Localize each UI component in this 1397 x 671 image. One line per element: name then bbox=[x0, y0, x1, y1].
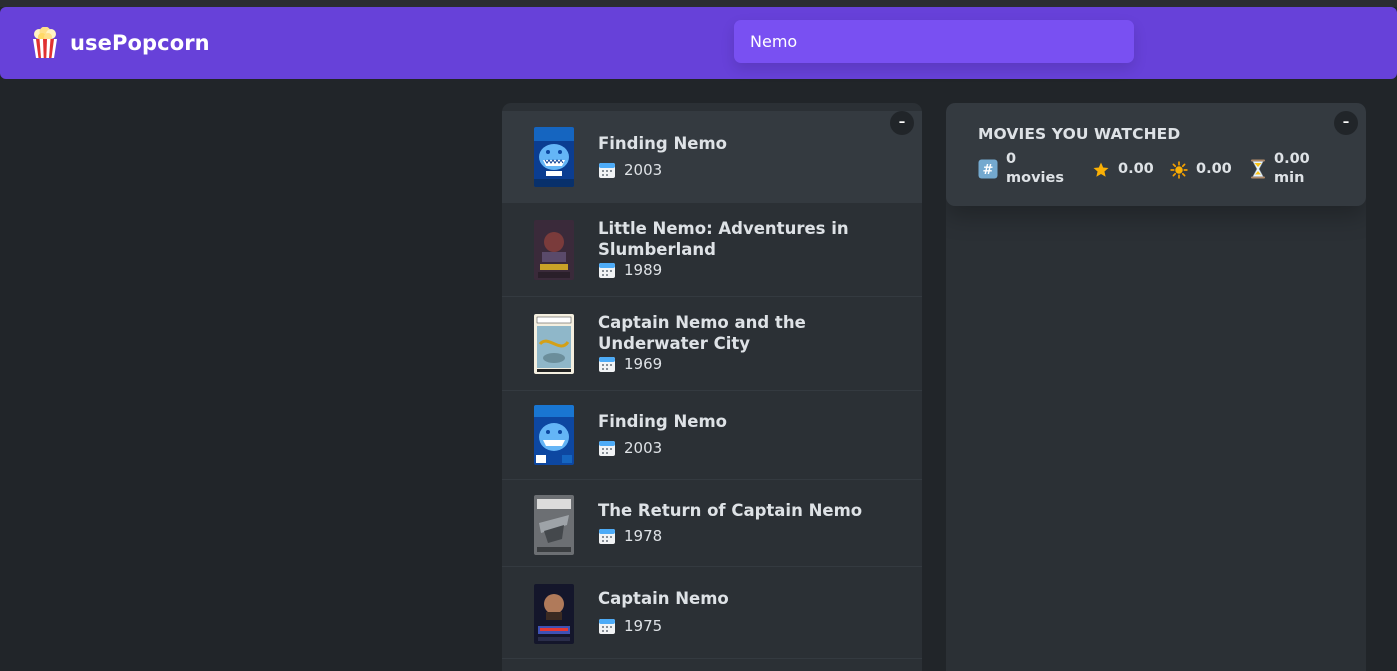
calendar-icon bbox=[598, 439, 616, 457]
stat-user-rating-value: 0.00 bbox=[1196, 161, 1232, 177]
movie-title: Captain Nemo bbox=[598, 589, 729, 608]
summary-title: MOVIES YOU WATCHED bbox=[978, 125, 1181, 143]
results-panel: – Finding Nemo 2003 Little Nemo: Adventu… bbox=[502, 103, 922, 671]
calendar-icon bbox=[598, 355, 616, 373]
watched-panel: – MOVIES YOU WATCHED # 0 movies 0.00 0.0… bbox=[946, 103, 1366, 671]
movie-list-item[interactable]: Captain Nemo 1975 bbox=[502, 567, 922, 659]
movie-poster bbox=[534, 495, 574, 555]
calendar-icon bbox=[598, 261, 616, 279]
movie-year: 1969 bbox=[598, 355, 662, 373]
stat-movie-count: # 0 movies bbox=[978, 150, 1064, 188]
stat-runtime: 0.00 min bbox=[1250, 150, 1310, 188]
results-toggle-button[interactable]: – bbox=[890, 111, 914, 135]
movie-year: 1989 bbox=[598, 261, 662, 279]
calendar-icon bbox=[598, 617, 616, 635]
movie-year: 1978 bbox=[598, 527, 662, 545]
sun-icon bbox=[1170, 160, 1188, 179]
stat-user-rating: 0.00 bbox=[1170, 160, 1232, 179]
movie-year: 2003 bbox=[598, 161, 662, 179]
movie-year-text: 1989 bbox=[624, 261, 663, 279]
watched-summary: – MOVIES YOU WATCHED # 0 movies 0.00 0.0… bbox=[946, 103, 1366, 206]
hourglass-icon bbox=[1250, 159, 1266, 179]
logo: usePopcorn bbox=[30, 27, 210, 59]
movie-list-item[interactable]: Finding Nemo 2003 bbox=[502, 111, 922, 203]
app-name: usePopcorn bbox=[70, 31, 210, 55]
stat-movie-count-value: 0 movies bbox=[1006, 151, 1064, 186]
stat-imdb-rating-value: 0.00 bbox=[1118, 161, 1154, 177]
movie-year-text: 2003 bbox=[624, 161, 663, 179]
movie-title: Little Nemo: Adventures in Slumberland bbox=[598, 219, 849, 259]
movie-year-text: 1978 bbox=[624, 527, 663, 545]
movie-title: The Return of Captain Nemo bbox=[598, 501, 863, 520]
star-icon bbox=[1092, 161, 1110, 179]
navbar: usePopcorn bbox=[0, 7, 1397, 79]
movie-title: Captain Nemo and the Underwater City bbox=[598, 313, 806, 353]
movie-title: Finding Nemo bbox=[598, 134, 727, 153]
movie-list-item[interactable]: Captain Nemo and the Underwater City 196… bbox=[502, 297, 922, 391]
movie-title: Finding Nemo bbox=[598, 412, 727, 431]
window-top-strip bbox=[0, 0, 1397, 7]
calendar-icon bbox=[598, 527, 616, 545]
movie-list: Finding Nemo 2003 Little Nemo: Adventure… bbox=[502, 111, 922, 659]
search-input[interactable] bbox=[734, 20, 1134, 63]
popcorn-icon bbox=[30, 27, 60, 59]
movie-year-text: 1969 bbox=[624, 355, 663, 373]
movie-year: 2003 bbox=[598, 439, 662, 457]
watched-toggle-button[interactable]: – bbox=[1334, 111, 1358, 135]
movie-year-text: 2003 bbox=[624, 439, 663, 457]
svg-text:#: # bbox=[983, 163, 994, 178]
movie-list-item[interactable]: The Return of Captain Nemo 1978 bbox=[502, 480, 922, 567]
hash-icon: # bbox=[978, 159, 998, 179]
movie-list-item[interactable]: Finding Nemo 2003 bbox=[502, 391, 922, 480]
calendar-icon bbox=[598, 161, 616, 179]
movie-poster bbox=[534, 584, 574, 644]
movie-year-text: 1975 bbox=[624, 617, 663, 635]
movie-poster bbox=[534, 314, 574, 374]
movie-poster bbox=[534, 405, 574, 465]
movie-poster bbox=[534, 127, 574, 187]
stat-runtime-value: 0.00 min bbox=[1274, 151, 1310, 186]
movie-poster bbox=[534, 220, 574, 280]
stat-imdb-rating: 0.00 bbox=[1092, 160, 1154, 179]
movie-year: 1975 bbox=[598, 617, 662, 635]
movie-list-item[interactable]: Little Nemo: Adventures in Slumberland 1… bbox=[502, 203, 922, 297]
